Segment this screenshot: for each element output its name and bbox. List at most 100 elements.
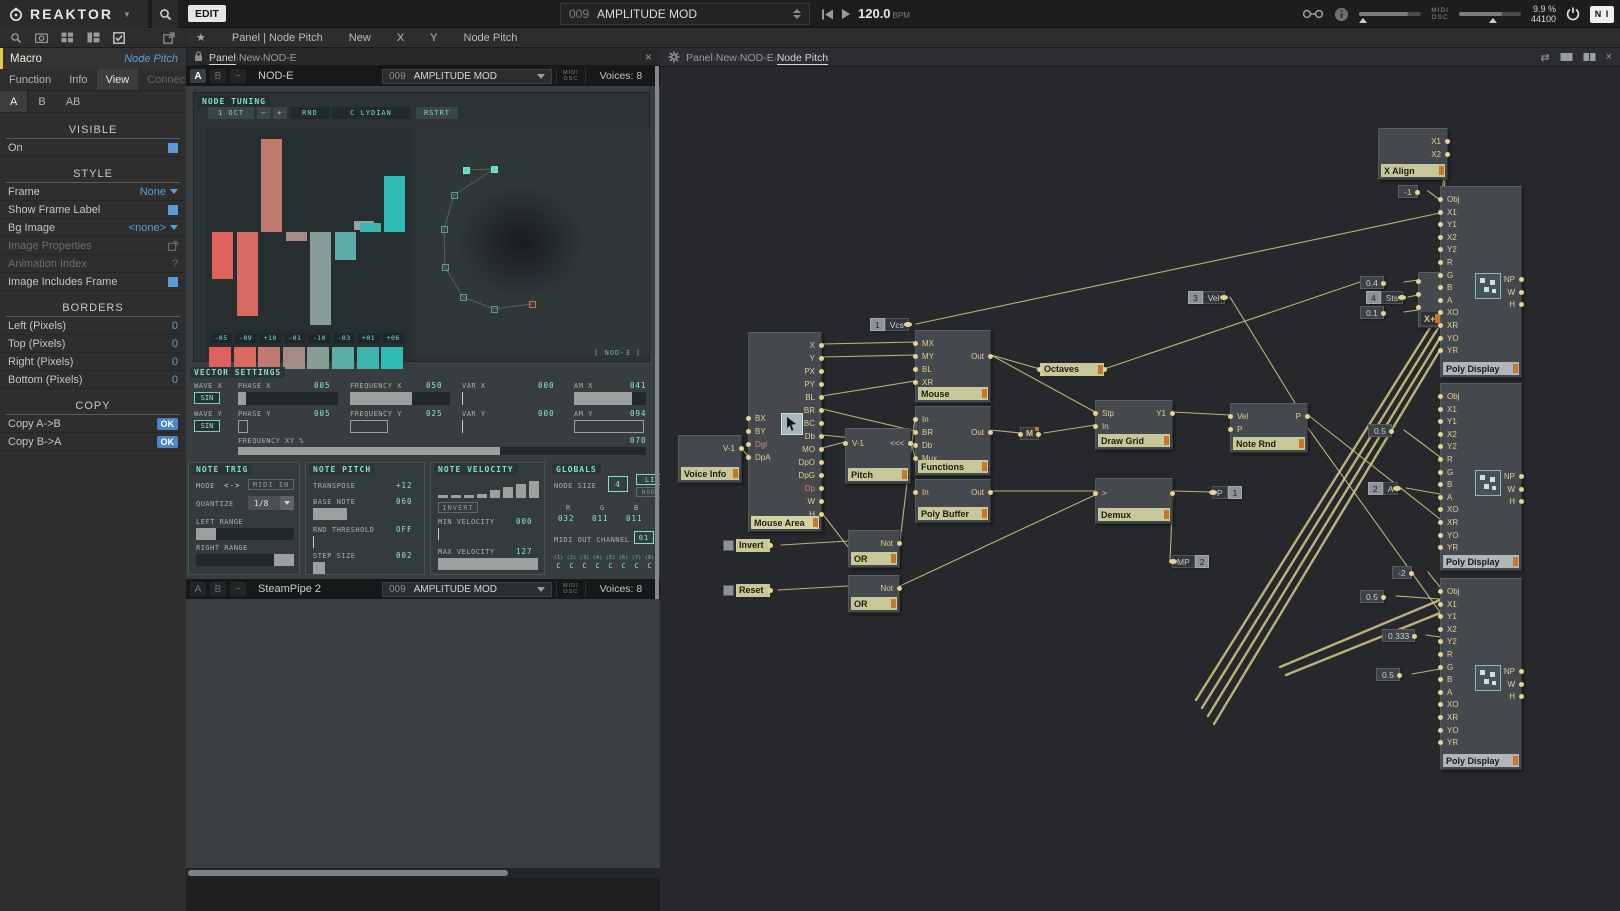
level-slider-left[interactable] <box>1359 12 1421 16</box>
max-velocity-slider[interactable] <box>438 558 538 570</box>
port-in[interactable]: In <box>1096 422 1109 431</box>
am-x-value[interactable]: 041 <box>630 381 647 390</box>
port-dot[interactable] <box>904 322 912 327</box>
quantize-dropdown[interactable]: 1/8 <box>248 496 294 510</box>
velocity-bar-6[interactable] <box>516 484 526 498</box>
transpose-value[interactable]: +12 <box>396 481 413 490</box>
border-bottom-value[interactable]: 0 <box>172 374 178 386</box>
snapshot-bank-a-button[interactable]: A <box>190 582 206 596</box>
copy-b-to-a-button[interactable]: OK <box>157 436 179 448</box>
layer-a-tab[interactable]: A <box>0 91 28 112</box>
structure-module-const-05b[interactable]: 0.5 <box>1360 590 1384 603</box>
power-icon[interactable] <box>1566 7 1580 21</box>
freq-y-value[interactable]: 025 <box>426 409 443 418</box>
port-y2[interactable]: Y2 <box>1441 245 1457 254</box>
port-[interactable] <box>1419 290 1425 299</box>
velocity-bar-4[interactable] <box>490 490 500 498</box>
base-note-value[interactable]: 060 <box>396 497 413 506</box>
port-mo[interactable]: MO <box>802 445 821 454</box>
port-dot[interactable] <box>1397 673 1402 678</box>
var-x-slider[interactable] <box>462 392 562 405</box>
voices-readout[interactable]: Voices: 8 <box>600 70 643 82</box>
wire-1[interactable] <box>822 342 915 344</box>
port-dot[interactable] <box>1398 295 1406 300</box>
octave-minus-button[interactable]: − <box>257 107 271 119</box>
port-dgl[interactable]: Dgl <box>749 440 767 449</box>
port-dot[interactable] <box>1409 571 1414 576</box>
freq-y-slider[interactable] <box>350 420 450 433</box>
port-b[interactable]: B <box>1441 283 1452 292</box>
bg-image-dropdown[interactable]: <none> <box>129 222 178 234</box>
node-xy-graph[interactable] <box>416 129 651 355</box>
port-x1[interactable]: X1 <box>1441 208 1457 217</box>
node-swatch-3[interactable] <box>283 347 305 369</box>
toggle-label[interactable]: Invert <box>736 539 770 552</box>
port-yo[interactable]: YO <box>1441 531 1459 540</box>
port-y1[interactable]: Y1 <box>1441 612 1457 621</box>
velocity-bar-0[interactable] <box>438 495 448 498</box>
border-top-value[interactable]: 0 <box>172 338 178 350</box>
step-size-slider[interactable] <box>313 562 417 574</box>
port-x2[interactable]: X2 <box>1441 233 1457 242</box>
port-xr[interactable]: XR <box>1441 713 1458 722</box>
port-x1[interactable]: X1 <box>1441 405 1457 414</box>
port-dot[interactable] <box>1037 367 1042 372</box>
min-velocity-value[interactable]: 000 <box>516 517 533 526</box>
wire-35[interactable] <box>1428 572 1440 587</box>
breadcrumb-item-nod-e[interactable]: NOD-E <box>740 52 774 64</box>
snapshot-bank-b-button[interactable]: B <box>210 582 226 596</box>
close-icon[interactable]: × <box>645 50 652 64</box>
info-icon[interactable] <box>1334 7 1349 22</box>
swap-panels-icon[interactable]: ⇄ <box>1540 51 1549 64</box>
tuning-bar-3[interactable] <box>286 232 307 241</box>
show-frame-label-checkbox[interactable] <box>168 205 178 215</box>
structure-module-note-rnd[interactable]: VelPPNote Rnd <box>1230 403 1308 453</box>
chevron-down-icon[interactable]: ▼ <box>123 10 131 19</box>
structure-module-or-2[interactable]: NotOR <box>848 575 900 613</box>
port-w[interactable]: W <box>807 497 821 506</box>
wire-14[interactable] <box>1173 412 1230 415</box>
snapshot-selector[interactable]: 009 AMPLITUDE MOD <box>560 3 810 25</box>
tab-function[interactable]: Function <box>0 69 60 90</box>
minimize-button[interactable]: − <box>230 69 246 83</box>
port-dpg[interactable]: DpG <box>799 471 821 480</box>
phase-y-slider[interactable] <box>238 420 338 433</box>
structure-module-a-2[interactable]: 2A <box>1368 482 1398 495</box>
wire-38[interactable] <box>1412 669 1440 674</box>
search-button[interactable] <box>152 0 178 28</box>
node-size-value[interactable]: 4 <box>608 476 628 492</box>
module-label[interactable]: OR <box>851 552 897 565</box>
port-not[interactable]: Not <box>881 539 899 548</box>
combo-cell[interactable]: 4 <box>1366 291 1381 304</box>
structure-module-mouse[interactable]: MXMYBLXROutMouse <box>915 330 991 403</box>
history-item-4[interactable]: Node Pitch <box>464 32 518 44</box>
port-h[interactable]: H <box>1509 497 1521 506</box>
port-np[interactable]: NP <box>1504 472 1521 481</box>
structure-module-p-1[interactable]: P1 <box>1212 486 1242 499</box>
port-dp[interactable]: Dp <box>805 484 821 493</box>
node-tuning-display[interactable]: NODE TUNING 1 OCT − + RND C LYDIAN RSTRT… <box>193 92 650 362</box>
port-yo[interactable]: YO <box>1441 726 1459 735</box>
port-h[interactable]: H <box>1509 692 1521 701</box>
port-p[interactable]: P <box>1231 425 1242 434</box>
connect-icon[interactable] <box>1302 8 1324 20</box>
velocity-bar-3[interactable] <box>477 494 487 498</box>
wire-23[interactable] <box>1173 491 1212 492</box>
wire-33[interactable] <box>1404 430 1440 457</box>
port-dot[interactable] <box>1381 311 1386 316</box>
wire-18[interactable] <box>781 541 848 545</box>
port-w[interactable]: W <box>1507 680 1521 689</box>
port-in[interactable]: In <box>916 415 929 424</box>
port-y2[interactable]: Y2 <box>1441 637 1457 646</box>
instrument-name[interactable]: NOD-E <box>258 70 378 82</box>
port-xo[interactable]: XO <box>1441 505 1459 514</box>
velocity-bar-2[interactable] <box>464 495 474 498</box>
module-label[interactable]: Mouse Area <box>751 516 819 529</box>
velocity-bar-7[interactable] <box>529 481 539 498</box>
port-xo[interactable]: XO <box>1441 308 1459 317</box>
max-velocity-value[interactable]: 127 <box>516 547 533 556</box>
minimize-button[interactable]: − <box>230 582 246 596</box>
am-y-value[interactable]: 094 <box>630 409 647 418</box>
level-slider-right[interactable] <box>1459 12 1521 16</box>
scale-selector[interactable]: C LYDIAN <box>332 107 410 119</box>
